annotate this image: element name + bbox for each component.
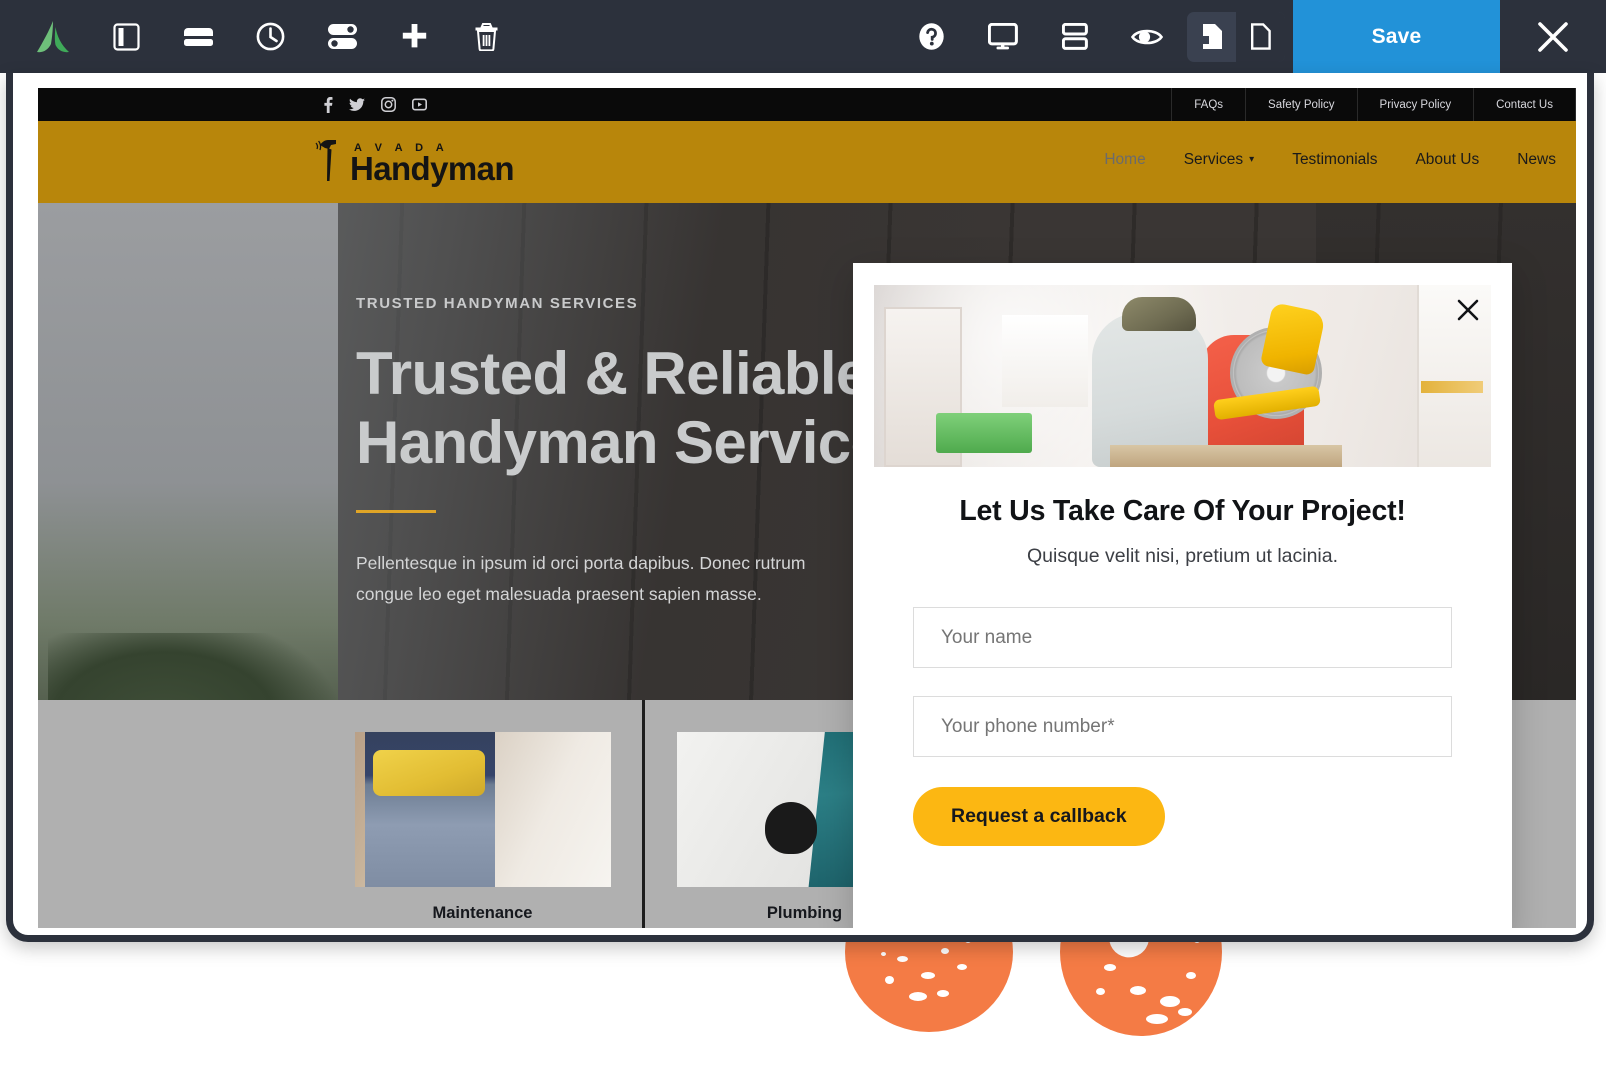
save-button[interactable]: Save [1293, 0, 1500, 73]
trash-icon[interactable] [450, 0, 522, 73]
sidebar-toggle-icon[interactable] [90, 0, 162, 73]
add-icon[interactable] [378, 0, 450, 73]
nav-label-news: News [1517, 151, 1556, 168]
modal-body: Let Us Take Care Of Your Project! Quisqu… [853, 495, 1512, 846]
service-card-image [354, 732, 611, 887]
modal-hero-image [874, 285, 1491, 467]
editor-toolbar: Save [0, 0, 1606, 73]
name-field[interactable] [913, 607, 1452, 668]
youtube-icon[interactable] [412, 98, 427, 111]
callback-modal: Let Us Take Care Of Your Project! Quisqu… [853, 263, 1512, 928]
modal-close-icon[interactable] [1451, 293, 1485, 327]
callback-form: Request a callback [853, 607, 1512, 846]
phone-field[interactable] [913, 696, 1452, 757]
page-outline-icon[interactable] [1236, 11, 1285, 62]
history-icon[interactable] [234, 0, 306, 73]
topnav-link-safety-policy[interactable]: Safety Policy [1245, 88, 1356, 121]
brand-name: Handyman [350, 150, 515, 187]
hammer-icon [315, 140, 336, 181]
nav-item-news[interactable]: News [1517, 151, 1556, 169]
nav-item-services[interactable]: Services ▾ [1184, 151, 1254, 169]
topnav-link-faqs[interactable]: FAQs [1171, 88, 1245, 121]
nav-item-about-us[interactable]: About Us [1415, 151, 1479, 169]
site-logo[interactable]: A V A D A Handyman [314, 135, 515, 187]
hero-title-line-1: Trusted & Reliable [356, 340, 869, 407]
library-icon[interactable] [162, 0, 234, 73]
decorative-orange-letter-2 [1060, 930, 1222, 1036]
instagram-icon[interactable] [381, 97, 396, 112]
social-links [323, 96, 427, 113]
topnav-link-contact-us[interactable]: Contact Us [1473, 88, 1576, 121]
service-card-label: Maintenance [432, 904, 533, 922]
site-utility-nav: FAQs Safety Policy Privacy Policy Contac… [1171, 88, 1576, 121]
site-header: A V A D A Handyman Home Services ▾ Testi… [38, 121, 1576, 203]
page-filled-icon[interactable] [1187, 12, 1236, 62]
nav-item-testimonials[interactable]: Testimonials [1292, 151, 1377, 169]
hero-paragraph: Pellentesque in ipsum id orci porta dapi… [356, 553, 806, 604]
topnav-link-privacy-policy[interactable]: Privacy Policy [1356, 88, 1474, 121]
responsive-icon[interactable] [967, 0, 1039, 73]
request-callback-button[interactable]: Request a callback [913, 787, 1165, 846]
layout-icon[interactable] [1039, 0, 1111, 73]
screen-root: Save FAQs Safety Policy Privacy Policy C… [0, 0, 1606, 1085]
decorative-orange-letter-1 [845, 930, 1013, 1032]
avada-logo-icon[interactable] [18, 0, 90, 73]
view-mode-toggle [1187, 11, 1285, 62]
page-background-bleed [0, 930, 1606, 1085]
hero-title-line-2: Handyman Service [356, 409, 884, 476]
site-main-nav: Home Services ▾ Testimonials About Us Ne… [1104, 151, 1556, 169]
help-icon[interactable] [895, 0, 967, 73]
modal-title: Let Us Take Care Of Your Project! [959, 495, 1406, 527]
close-editor-button[interactable] [1500, 0, 1606, 73]
chevron-down-icon: ▾ [1249, 154, 1255, 165]
service-card-maintenance[interactable]: Maintenance [323, 700, 645, 928]
toolbar-right-group: Save [895, 0, 1606, 73]
modal-subtitle: Quisque velit nisi, pretium ut lacinia. [1026, 545, 1339, 567]
site-topbar: FAQs Safety Policy Privacy Policy Contac… [38, 88, 1576, 121]
preview-icon[interactable] [1111, 0, 1183, 73]
service-card-label: Plumbing [766, 904, 843, 922]
nav-label-testimonials: Testimonials [1292, 151, 1378, 168]
nav-label-services: Services [1183, 151, 1244, 168]
nav-label-about-us: About Us [1415, 151, 1480, 168]
twitter-icon[interactable] [349, 97, 365, 112]
hero-divider [356, 510, 436, 513]
site-viewport: FAQs Safety Policy Privacy Policy Contac… [38, 88, 1576, 928]
preview-device-frame: FAQs Safety Policy Privacy Policy Contac… [6, 73, 1594, 942]
toolbar-left-group [0, 0, 522, 73]
nav-label-home: Home [1104, 151, 1146, 168]
toggles-icon[interactable] [306, 0, 378, 73]
facebook-icon[interactable] [323, 96, 333, 113]
nav-item-home[interactable]: Home [1104, 151, 1145, 169]
